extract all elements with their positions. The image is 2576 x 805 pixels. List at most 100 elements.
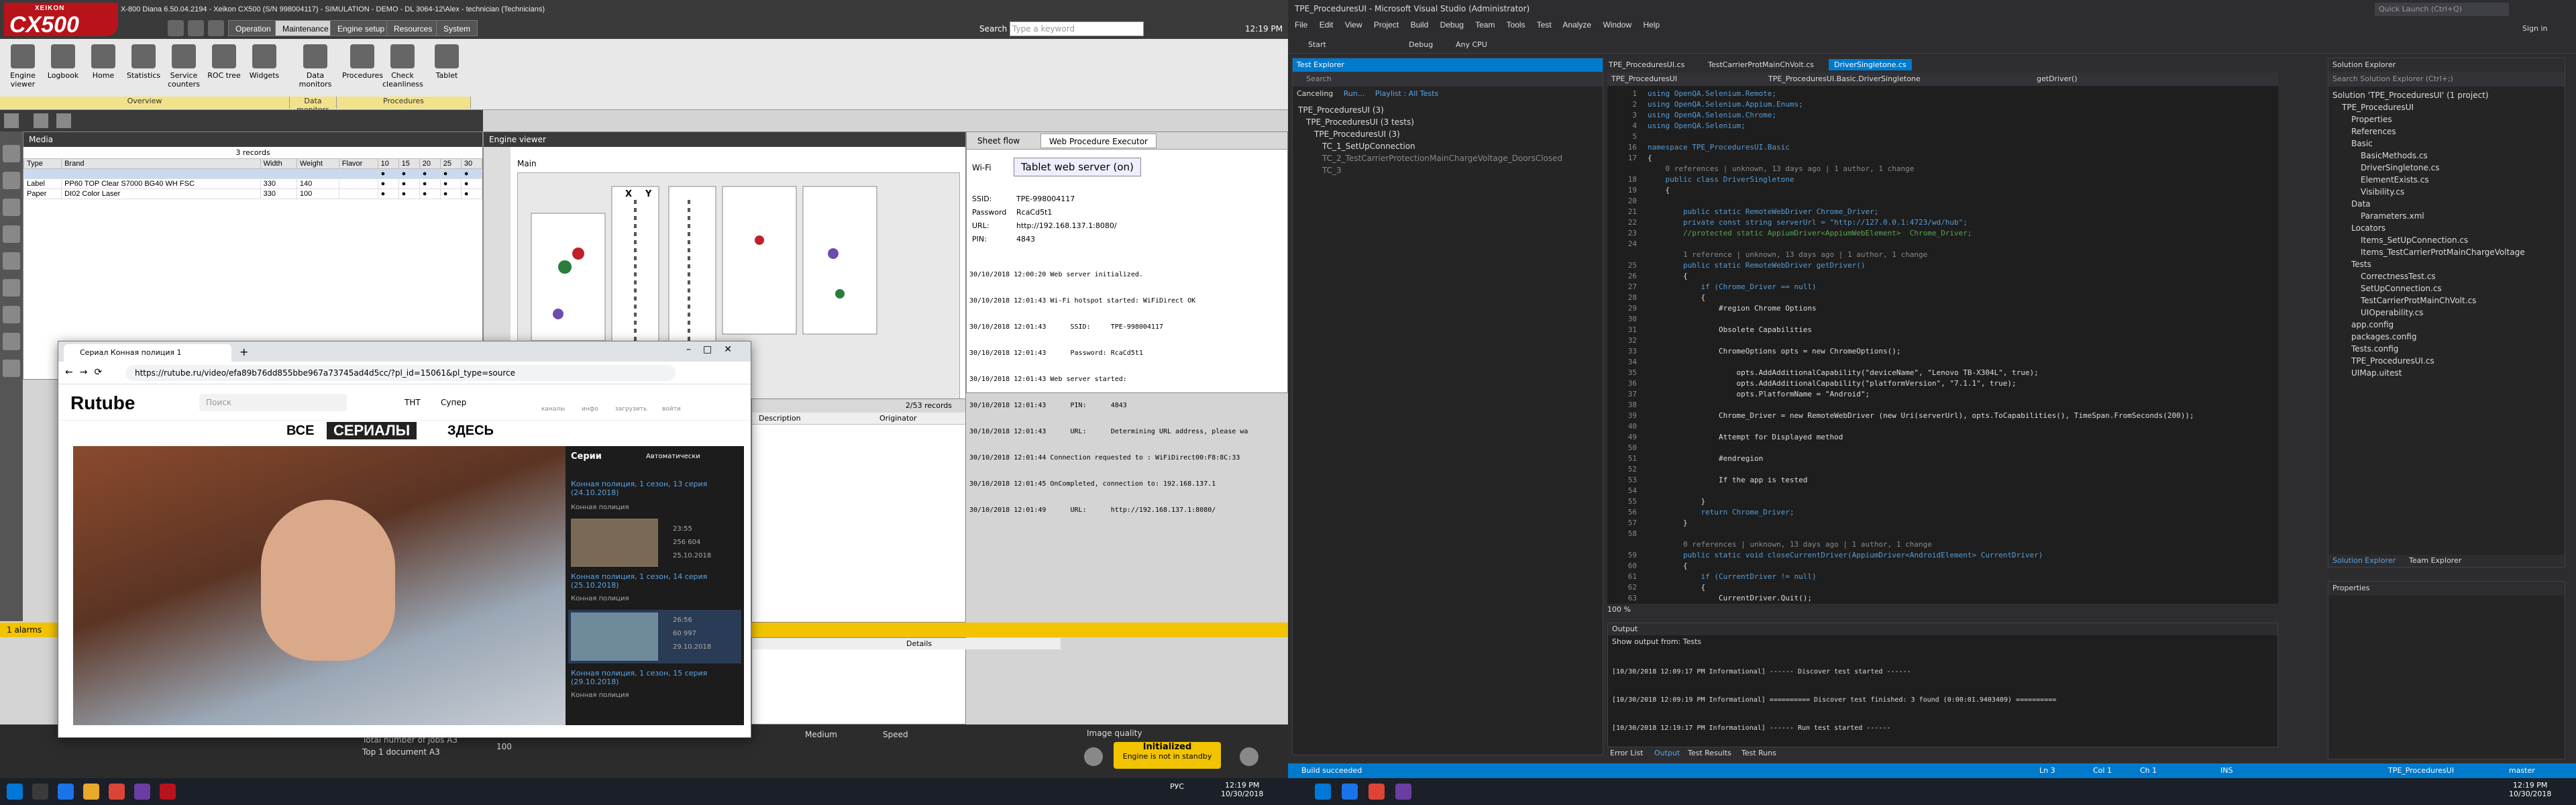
- se-tree-item[interactable]: Solution 'TPE_ProceduresUI' (1 project): [2332, 89, 2561, 101]
- table-row[interactable]: Paper DI02 Color Laser 330 100 ● ● ● ● ●: [23, 189, 483, 199]
- episode-link[interactable]: Конная полиция, 1 сезон, 14 серия (25.10…: [571, 572, 735, 590]
- se-tree-item[interactable]: packages.config: [2332, 331, 2561, 343]
- tab-resources[interactable]: Resources: [386, 20, 440, 36]
- nav-icons[interactable]: ←→⟳: [65, 367, 109, 378]
- episode-thumbnail[interactable]: [571, 519, 658, 567]
- se-tree-item[interactable]: Basic: [2332, 138, 2561, 150]
- se-tree-item[interactable]: UIOperability.cs: [2332, 307, 2561, 319]
- test-search[interactable]: Search: [1293, 72, 1603, 87]
- column-header[interactable]: Flavor: [338, 158, 378, 169]
- column-header[interactable]: 20: [419, 158, 441, 169]
- edge-icon[interactable]: [58, 784, 74, 800]
- header-info[interactable]: инфо: [582, 406, 598, 413]
- nav-class[interactable]: TPE_ProceduresUI.Basic.DriverSingletone: [1768, 74, 1921, 83]
- tab-team-explorer[interactable]: Team Explorer: [2409, 556, 2461, 565]
- menu-test[interactable]: Test: [1537, 20, 1552, 30]
- tool-icon[interactable]: [3, 199, 20, 216]
- se-tree-item[interactable]: Tests: [2332, 258, 2561, 270]
- sign-in-link[interactable]: Sign in: [2522, 24, 2548, 33]
- episode-link[interactable]: Конная полиция, 1 сезон, 15 серия (29.10…: [571, 669, 735, 686]
- taskbar-clock-left[interactable]: 12:19 PM 10/30/2018: [1221, 781, 1263, 798]
- se-search[interactable]: Search Solution Explorer (Ctrl+;): [2328, 72, 2565, 87]
- se-tree-item[interactable]: TestCarrierProtMainChVolt.cs: [2332, 294, 2561, 307]
- menu-debug[interactable]: Debug: [1440, 20, 1464, 30]
- menu-file[interactable]: File: [1295, 20, 1307, 30]
- engine-viewer-tab[interactable]: Engine viewer: [484, 132, 965, 147]
- test-node[interactable]: TPE_ProceduresUI (3): [1298, 104, 1597, 116]
- tablet-button[interactable]: Tablet: [427, 44, 467, 91]
- home-button[interactable]: [188, 20, 204, 36]
- column-header[interactable]: Weight: [296, 158, 339, 169]
- nav-link-super[interactable]: Супер: [441, 398, 466, 407]
- tool-icon[interactable]: [3, 333, 20, 350]
- tab-engine-setup[interactable]: Engine setup: [330, 20, 392, 36]
- browser-tab[interactable]: Сериал Конная полиция 1: [64, 344, 231, 362]
- tool-icon[interactable]: [3, 252, 20, 270]
- table-row[interactable]: ● ● ● ● ●: [23, 168, 483, 179]
- nav-link-tnt[interactable]: ТНТ: [405, 398, 421, 407]
- menu-project[interactable]: Project: [1374, 20, 1399, 30]
- tab-operation[interactable]: Operation: [228, 20, 278, 36]
- start-icon[interactable]: [1315, 784, 1331, 800]
- table-row[interactable]: Label PP60 TOP Clear S7000 BG40 WH FSC 3…: [23, 178, 483, 189]
- start-button[interactable]: Start: [1308, 40, 1326, 49]
- se-tree-item[interactable]: SetUpConnection.cs: [2332, 282, 2561, 294]
- menu-build[interactable]: Build: [1411, 20, 1429, 30]
- platform-dropdown[interactable]: Any CPU: [1456, 40, 1487, 49]
- column-header[interactable]: 15: [398, 158, 420, 169]
- tab-test-runs[interactable]: Test Runs: [1741, 749, 1776, 757]
- test-node[interactable]: TC_3: [1298, 164, 1597, 176]
- window-icon[interactable]: [56, 113, 71, 128]
- rutube-search[interactable]: Поиск: [199, 394, 347, 411]
- tab-system[interactable]: System: [436, 20, 478, 36]
- rutube-logo[interactable]: Rutube: [70, 392, 135, 414]
- data-monitors-button[interactable]: Data monitors: [295, 44, 335, 91]
- column-header[interactable]: Brand: [61, 158, 261, 169]
- vs-icon[interactable]: [134, 784, 150, 800]
- tool-icon[interactable]: [3, 360, 20, 377]
- menu-tools[interactable]: Tools: [1507, 20, 1525, 30]
- quick-launch-input[interactable]: Quick Launch (Ctrl+Q): [2375, 3, 2509, 16]
- roc-tree-button[interactable]: ROC tree: [204, 44, 244, 91]
- vs-icon[interactable]: [1395, 784, 1411, 800]
- se-tree-item[interactable]: Tests.config: [2332, 343, 2561, 355]
- folder-icon[interactable]: [83, 784, 99, 800]
- se-tree-item[interactable]: TPE_ProceduresUI: [2332, 101, 2561, 113]
- se-tree-item[interactable]: Items_SetUpConnection.cs: [2332, 234, 2561, 246]
- logbook-button[interactable]: Logbook: [43, 44, 83, 91]
- series-banner[interactable]: ВСЕ СЕРИАЛЫ ЗДЕСЬ: [58, 421, 751, 441]
- tablet-web-server-button[interactable]: Tablet web server (on): [1014, 158, 1141, 176]
- window-controls[interactable]: –□✕: [686, 344, 744, 355]
- search-input[interactable]: Type a keyword: [1010, 21, 1144, 36]
- se-tree-item[interactable]: Items_TestCarrierProtMainChargeVoltage: [2332, 246, 2561, 258]
- se-tree-item[interactable]: UIMap.uitest: [2332, 367, 2561, 379]
- code-editor[interactable]: 1 using OpenQA.Selenium.Remote; 2 using Ope…: [1607, 86, 2278, 604]
- doc-tab[interactable]: TPE_ProceduresUI.cs: [1609, 60, 1684, 69]
- se-tree-item[interactable]: Parameters.xml: [2332, 210, 2561, 222]
- play-icon[interactable]: [1084, 747, 1103, 766]
- se-tree-item[interactable]: References: [2332, 125, 2561, 138]
- menu-view[interactable]: View: [1345, 20, 1362, 30]
- list-icon[interactable]: [34, 113, 48, 128]
- playlist-dropdown[interactable]: Playlist : All Tests: [1375, 89, 1438, 98]
- tab-error-list[interactable]: Error List: [1610, 749, 1644, 757]
- tab-solution-explorer[interactable]: Solution Explorer: [2332, 556, 2396, 565]
- se-tree-item[interactable]: Properties: [2332, 113, 2561, 125]
- run-button[interactable]: Run...: [1344, 89, 1365, 98]
- test-node[interactable]: TC_2_TestCarrierProtectionMainChargeVolt…: [1298, 152, 1597, 164]
- lang-indicator[interactable]: РУС: [1170, 782, 1184, 791]
- tool-icon[interactable]: [3, 225, 20, 243]
- tool-icon[interactable]: [3, 172, 20, 189]
- column-header[interactable]: Width: [260, 158, 297, 169]
- tab-output[interactable]: Output: [1654, 749, 1680, 757]
- engine-viewer-button[interactable]: Engine viewer: [3, 44, 43, 91]
- chrome-icon[interactable]: [1368, 784, 1385, 800]
- output-source[interactable]: Show output from: Tests: [1608, 635, 2277, 649]
- taskbar-clock-right[interactable]: 12:19 PM 10/30/2018: [2509, 781, 2551, 798]
- header-channels[interactable]: каналы: [541, 406, 565, 413]
- widgets-button[interactable]: Widgets: [244, 44, 284, 91]
- back-button[interactable]: [168, 20, 184, 36]
- tab-sheet-flow[interactable]: Sheet flow: [969, 133, 1028, 148]
- test-node[interactable]: TPE_ProceduresUI (3): [1298, 128, 1597, 140]
- column-header[interactable]: Description: [759, 414, 801, 423]
